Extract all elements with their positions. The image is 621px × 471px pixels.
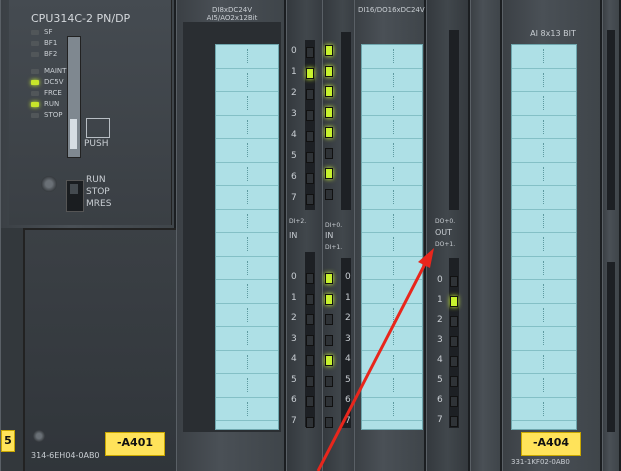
red-arrow-annotation	[316, 248, 434, 471]
plc-rack-photo: CPU314C-2 PN/DP SF BF1 BF2 MAINT DC5V FR…	[0, 0, 621, 471]
arrow-shaft	[316, 261, 428, 471]
arrow-head	[418, 248, 434, 268]
